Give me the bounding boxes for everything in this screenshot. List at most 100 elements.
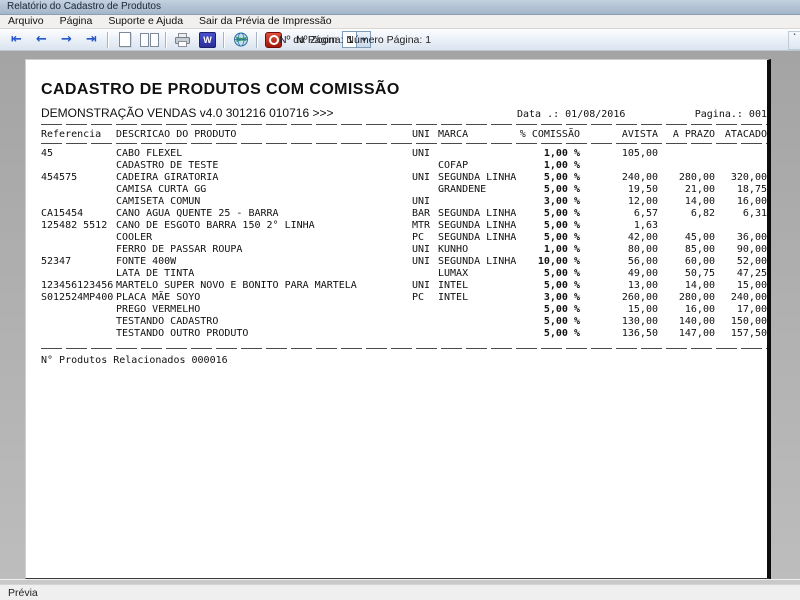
table-cell: 1,00 % bbox=[518, 160, 580, 172]
table-row: PREGO VERMELHO5,00 %15,0016,0017,00 bbox=[41, 304, 767, 316]
table-cell: 42,00 bbox=[580, 232, 658, 244]
printer-icon bbox=[175, 33, 190, 47]
table-cell bbox=[438, 316, 518, 328]
table-cell: 1,00 % bbox=[518, 244, 580, 256]
window-title: Relatório do Cadastro de Produtos bbox=[7, 1, 161, 12]
table-row: S012524MP400PLACA MÃE SOYOPCINTEL3,00 %2… bbox=[41, 292, 767, 304]
table-cell: PC bbox=[412, 292, 438, 304]
table-row: CADASTRO DE TESTECOFAP1,00 % bbox=[41, 160, 767, 172]
table-cell: CABO FLEXEL bbox=[116, 148, 412, 160]
table-cell: SEGUNDA LINHA bbox=[438, 232, 518, 244]
table-cell: CANO DE ESGOTO BARRA 150 2° LINHA bbox=[116, 220, 412, 232]
toolbar-separator bbox=[107, 32, 109, 48]
report-page: CADASTRO DE PRODUTOS COM COMISSÃO DEMONS… bbox=[25, 59, 771, 579]
table-cell: 13,00 bbox=[580, 280, 658, 292]
table-cell: INTEL bbox=[438, 280, 518, 292]
single-page-view-button[interactable] bbox=[112, 30, 137, 49]
table-cell: 14,00 bbox=[658, 280, 715, 292]
table-cell: 140,00 bbox=[658, 316, 715, 328]
table-cell: 56,00 bbox=[580, 256, 658, 268]
two-page-icon bbox=[140, 33, 159, 47]
column-header-0: Referencia bbox=[41, 129, 116, 141]
table-cell: PREGO VERMELHO bbox=[116, 304, 412, 316]
menu-item-sair-da-pr-via-de-impress-o[interactable]: Sair da Prévia de Impressão bbox=[191, 15, 339, 28]
table-header-row: ReferenciaDESCRICAO DO PRODUTOUNIMARCA% … bbox=[41, 129, 767, 141]
table-cell: 130,00 bbox=[580, 316, 658, 328]
table-cell: 3,00 % bbox=[518, 196, 580, 208]
table-cell: UNI bbox=[412, 280, 438, 292]
menu-item-suporte-e-ajuda[interactable]: Suporte e Ajuda bbox=[100, 15, 191, 28]
table-cell: SEGUNDA LINHA bbox=[438, 172, 518, 184]
table-cell: 5,00 % bbox=[518, 280, 580, 292]
table-cell: 60,00 bbox=[658, 256, 715, 268]
table-cell bbox=[41, 244, 116, 256]
horizontal-rule bbox=[41, 348, 767, 349]
export-word-button[interactable]: W bbox=[195, 30, 220, 49]
toolbar-overflow-grip[interactable]: ▪ bbox=[788, 31, 800, 50]
table-cell: 6,31 bbox=[715, 208, 767, 220]
export-web-button[interactable] bbox=[228, 30, 253, 49]
table-cell: 15,00 bbox=[580, 304, 658, 316]
single-page-icon bbox=[119, 32, 131, 47]
report-subheader: DEMONSTRAÇÃO VENDAS v4.0 301216 010716 >… bbox=[41, 106, 767, 120]
table-row: 123456123456MARTELO SUPER NOVO E BONITO … bbox=[41, 280, 767, 292]
table-cell: KUNHO bbox=[438, 244, 518, 256]
column-header-2: UNI bbox=[412, 129, 438, 141]
table-cell bbox=[658, 160, 715, 172]
table-cell bbox=[438, 304, 518, 316]
table-cell: LUMAX bbox=[438, 268, 518, 280]
two-page-view-button[interactable] bbox=[137, 30, 162, 49]
table-cell: 5,00 % bbox=[518, 232, 580, 244]
word-icon: W bbox=[199, 32, 216, 48]
table-cell: 5,00 % bbox=[518, 184, 580, 196]
print-button[interactable] bbox=[170, 30, 195, 49]
table-cell: GRANDENE bbox=[438, 184, 518, 196]
table-cell: 454575 bbox=[41, 172, 116, 184]
table-cell bbox=[658, 148, 715, 160]
table-cell: 49,00 bbox=[580, 268, 658, 280]
table-cell: UNI bbox=[412, 256, 438, 268]
table-cell: 6,82 bbox=[658, 208, 715, 220]
first-page-button[interactable]: ⇤ bbox=[4, 30, 29, 49]
table-cell bbox=[438, 328, 518, 340]
table-cell: FERRO DE PASSAR ROUPA bbox=[116, 244, 412, 256]
table-cell: 5,00 % bbox=[518, 220, 580, 232]
table-cell: 10,00 % bbox=[518, 256, 580, 268]
table-cell: 260,00 bbox=[580, 292, 658, 304]
table-cell: 105,00 bbox=[580, 148, 658, 160]
table-cell: MTR bbox=[412, 220, 438, 232]
table-cell: COOLER bbox=[116, 232, 412, 244]
table-row: CAMISETA COMUNUNI3,00 %12,0014,0016,00 bbox=[41, 196, 767, 208]
table-cell: SEGUNDA LINHA bbox=[438, 220, 518, 232]
table-cell: 47,25 bbox=[715, 268, 767, 280]
menu-item-arquivo[interactable]: Arquivo bbox=[0, 15, 52, 28]
table-cell: UNI bbox=[412, 172, 438, 184]
table-cell: 280,00 bbox=[658, 172, 715, 184]
table-row: FERRO DE PASSAR ROUPAUNIKUNHO1,00 %80,00… bbox=[41, 244, 767, 256]
table-cell bbox=[41, 268, 116, 280]
table-cell bbox=[41, 232, 116, 244]
table-cell bbox=[41, 160, 116, 172]
menu-item-p-gina[interactable]: Página bbox=[52, 15, 101, 28]
column-header-3: MARCA bbox=[438, 129, 518, 141]
table-cell: CADEIRA GIRATORIA bbox=[116, 172, 412, 184]
table-cell: PC bbox=[412, 232, 438, 244]
table-cell: 3,00 % bbox=[518, 292, 580, 304]
table-cell: 80,00 bbox=[580, 244, 658, 256]
next-page-button[interactable]: → bbox=[54, 30, 79, 49]
table-cell: 12,00 bbox=[580, 196, 658, 208]
last-page-button[interactable]: ⇥ bbox=[79, 30, 104, 49]
table-row: 125482 5512CANO DE ESGOTO BARRA 150 2° L… bbox=[41, 220, 767, 232]
table-cell: 52347 bbox=[41, 256, 116, 268]
column-header-7: ATACADO bbox=[715, 129, 767, 141]
menu-bar: ArquivoPáginaSuporte e AjudaSair da Prév… bbox=[0, 15, 800, 29]
previous-page-button[interactable]: ← bbox=[29, 30, 54, 49]
table-cell bbox=[438, 196, 518, 208]
table-cell bbox=[715, 220, 767, 232]
table-cell: 125482 5512 bbox=[41, 220, 116, 232]
table-cell: 147,00 bbox=[658, 328, 715, 340]
table-cell bbox=[412, 316, 438, 328]
column-header-1: DESCRICAO DO PRODUTO bbox=[116, 129, 412, 141]
table-cell: TESTANDO OUTRO PRODUTO bbox=[116, 328, 412, 340]
table-row: CA15454CANO AGUA QUENTE 25 - BARRABARSEG… bbox=[41, 208, 767, 220]
